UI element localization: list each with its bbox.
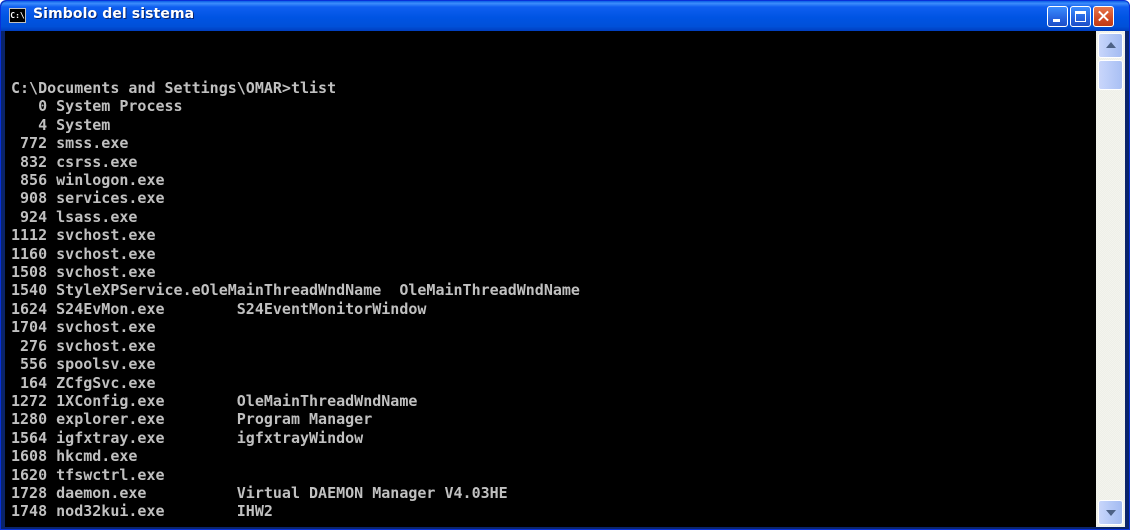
process-line: 1624 S24EvMon.exe S24EventMonitorWindow (11, 299, 427, 318)
process-line: 276 svchost.exe (11, 336, 156, 355)
process-line: 908 services.exe (11, 189, 165, 208)
maximize-button[interactable] (1070, 6, 1091, 27)
window-title: Simbolo del sistema (33, 6, 195, 22)
console-output-area[interactable]: C:\Documents and Settings\OMAR>tlist 0 S… (5, 31, 1096, 527)
maximize-icon (1075, 11, 1086, 22)
scroll-down-button[interactable] (1098, 500, 1123, 525)
process-line: 4 System (11, 115, 111, 134)
process-line: 772 smss.exe (11, 134, 129, 153)
process-line: 1564 igfxtray.exe igfxtrayWindow (11, 428, 364, 447)
command-prompt-line: C:\Documents and Settings\OMAR>tlist (11, 79, 337, 97)
scroll-up-button[interactable] (1098, 33, 1123, 58)
arrow-down-icon (1106, 510, 1116, 516)
process-line: 1620 tfswctrl.exe (11, 465, 165, 484)
process-line: 1704 svchost.exe (11, 318, 156, 337)
process-line: 1280 explorer.exe Program Manager (11, 410, 373, 429)
process-line: 164 ZCfgSvc.exe (11, 373, 156, 392)
command-prompt-window: C:\ Simbolo del sistema C:\Documents and… (0, 0, 1130, 530)
arrow-up-icon (1106, 42, 1116, 48)
process-line: 1748 nod32kui.exe IHW2 (11, 502, 273, 521)
title-bar[interactable]: C:\ Simbolo del sistema (1, 1, 1129, 31)
console-text: C:\Documents and Settings\OMAR>tlist 0 S… (11, 79, 580, 521)
process-line: 1540 StyleXPService.eOleMainThreadWndNam… (11, 281, 580, 300)
process-line: 0 System Process (11, 97, 183, 116)
console-icon[interactable]: C:\ (9, 8, 26, 23)
process-line: 556 spoolsv.exe (11, 355, 156, 374)
process-line: 1728 daemon.exe Virtual DAEMON Manager V… (11, 483, 508, 502)
minimize-button[interactable] (1047, 6, 1068, 27)
close-icon (1094, 7, 1113, 26)
process-line: 924 lsass.exe (11, 207, 138, 226)
process-line: 1160 svchost.exe (11, 244, 156, 263)
vertical-scrollbar[interactable] (1096, 31, 1125, 527)
process-line: 1608 hkcmd.exe (11, 447, 138, 466)
close-button[interactable] (1093, 6, 1114, 27)
scrollbar-thumb[interactable] (1098, 60, 1123, 90)
process-line: 1112 svchost.exe (11, 226, 156, 245)
process-line: 1508 svchost.exe (11, 263, 156, 282)
process-line: 856 winlogon.exe (11, 171, 165, 190)
process-line: 832 csrss.exe (11, 152, 138, 171)
minimize-icon (1053, 19, 1060, 22)
process-line: 1272 1XConfig.exe OleMainThreadWndName (11, 391, 418, 410)
